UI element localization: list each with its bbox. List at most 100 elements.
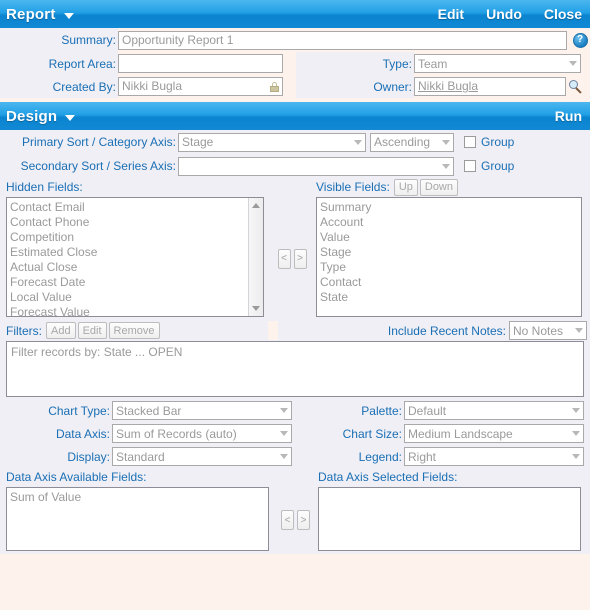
list-item[interactable]: Summary [320,200,581,215]
move-up-button[interactable]: Up [393,178,418,196]
data-axis-select[interactable]: Sum of Records (auto) [112,424,292,443]
design-titlebar: Design Run [0,102,590,130]
hidden-fields-listbox[interactable]: Contact Email Contact Phone Competition … [6,197,264,317]
move-down-button[interactable]: Down [419,178,458,196]
list-item[interactable]: Forecast Date [10,275,263,290]
design-title: Design [6,107,58,125]
primary-sort-label: Primary Sort / Category Axis: [21,135,176,149]
list-item[interactable]: Sum of Value [10,490,268,505]
data-axis-available-listbox[interactable]: Sum of Value [6,487,269,551]
lock-icon [270,81,279,92]
list-item[interactable]: Forecast Value [10,305,263,316]
help-icon[interactable]: ? [572,32,588,48]
primary-direction-select[interactable]: Ascending [370,132,454,152]
chevron-down-icon [354,139,362,145]
summary-input[interactable]: Opportunity Report 1 [118,30,567,50]
chevron-down-icon[interactable] [65,114,76,121]
report-title: Report [6,5,56,23]
fields-lists-row: Contact Email Contact Phone Competition … [0,196,590,321]
chart-type-row: Chart Type: Stacked Bar Palette: Default [0,399,590,422]
data-axis-move-left-button[interactable]: < [281,510,294,530]
summary-label: Summary: [61,33,116,47]
type-select[interactable]: Team [414,54,581,73]
filter-remove-button[interactable]: Remove [108,322,160,339]
primary-group-checkbox[interactable] [464,136,476,148]
filter-edit-button[interactable]: Edit [77,322,107,339]
data-axis-value: Sum of Records (auto) [116,426,237,441]
chevron-down-icon [280,408,288,413]
fields-transfer-buttons: < > [268,196,316,321]
fields-header-row: Hidden Fields: Visible Fields: Up Down [0,178,590,196]
secondary-sort-select[interactable] [178,156,454,176]
list-item[interactable]: Local Value [10,290,263,305]
close-button[interactable]: Close [544,6,582,22]
data-axis-transfer-buttons: < > [273,486,318,554]
list-item[interactable]: Contact Phone [10,215,263,230]
chevron-down-icon [569,61,577,66]
data-axis-row: Data Axis: Sum of Records (auto) Chart S… [0,422,590,445]
hidden-fields-scrollbar[interactable] [248,198,263,316]
data-axis-available-label: Data Axis Available Fields: [6,470,147,484]
report-area-label: Report Area: [48,56,116,71]
list-item[interactable]: Type [320,260,581,275]
data-axis-label: Data Axis: [55,426,110,441]
data-axis-selected-items [319,488,580,490]
chart-type-label: Chart Type: [48,403,110,418]
chart-type-value: Stacked Bar [116,403,182,418]
chart-size-select[interactable]: Medium Landscape [404,424,584,443]
include-recent-notes-label: Include Recent Notes: [387,323,506,338]
search-icon[interactable] [569,79,583,94]
legend-select[interactable]: Right [404,447,584,466]
list-item[interactable]: Contact Email [10,200,263,215]
report-area-input[interactable] [118,54,283,73]
created-by-owner-row: Created By: Nikki Bugla Owner: Nikki Bug… [0,75,590,98]
visible-fields-items: Summary Account Value Stage Type Contact… [317,198,581,305]
list-item[interactable]: Competition [10,230,263,245]
chevron-down-icon [280,454,288,459]
display-legend-row: Display: Standard Legend: Right [0,445,590,468]
chevron-down-icon [572,408,580,413]
list-item[interactable]: Actual Close [10,260,263,275]
include-recent-notes-select[interactable]: No Notes [509,321,587,340]
chevron-down-icon [280,431,288,436]
move-to-hidden-button[interactable]: < [277,248,291,269]
data-axis-selected-label: Data Axis Selected Fields: [318,470,458,484]
edit-button[interactable]: Edit [438,6,464,22]
display-value: Standard [116,449,165,464]
list-item[interactable]: Stage [320,245,581,260]
type-select-value: Team [418,56,448,71]
scroll-down-icon[interactable] [249,301,263,316]
list-item[interactable]: Value [320,230,581,245]
filter-add-button[interactable]: Add [46,322,76,339]
run-button[interactable]: Run [555,108,582,124]
move-to-visible-button[interactable]: > [293,248,307,269]
visible-fields-label: Visible Fields: [316,180,390,194]
palette-select[interactable]: Default [404,401,584,420]
palette-value: Default [408,403,447,418]
type-label: Type: [382,56,412,71]
legend-value: Right [408,449,437,464]
data-axis-move-right-button[interactable]: > [297,510,310,530]
chart-type-select[interactable]: Stacked Bar [112,401,292,420]
filter-text-area[interactable]: Filter records by: State ... OPEN [6,341,584,397]
created-by-input: Nikki Bugla [118,77,283,96]
summary-row: Summary: Opportunity Report 1 ? [0,28,590,52]
primary-sort-select[interactable]: Stage [178,132,366,152]
list-item[interactable]: Account [320,215,581,230]
scroll-up-icon[interactable] [249,198,263,213]
list-item[interactable]: State [320,290,581,305]
data-axis-fields-row: Sum of Value < > [0,486,590,554]
secondary-sort-label: Secondary Sort / Series Axis: [20,159,176,173]
list-item[interactable]: Estimated Close [10,245,263,260]
palette-label: Palette: [361,403,402,418]
secondary-sort-row: Secondary Sort / Series Axis: Group [0,154,590,178]
secondary-group-checkbox[interactable] [464,160,476,172]
list-item[interactable]: Contact [320,275,581,290]
data-axis-selected-listbox[interactable] [318,487,581,551]
chart-size-label: Chart Size: [342,426,402,441]
undo-button[interactable]: Undo [486,6,522,22]
chevron-down-icon[interactable] [63,12,74,19]
owner-input[interactable]: Nikki Bugla [414,77,566,96]
visible-fields-listbox[interactable]: Summary Account Value Stage Type Contact… [316,197,582,317]
display-select[interactable]: Standard [112,447,292,466]
